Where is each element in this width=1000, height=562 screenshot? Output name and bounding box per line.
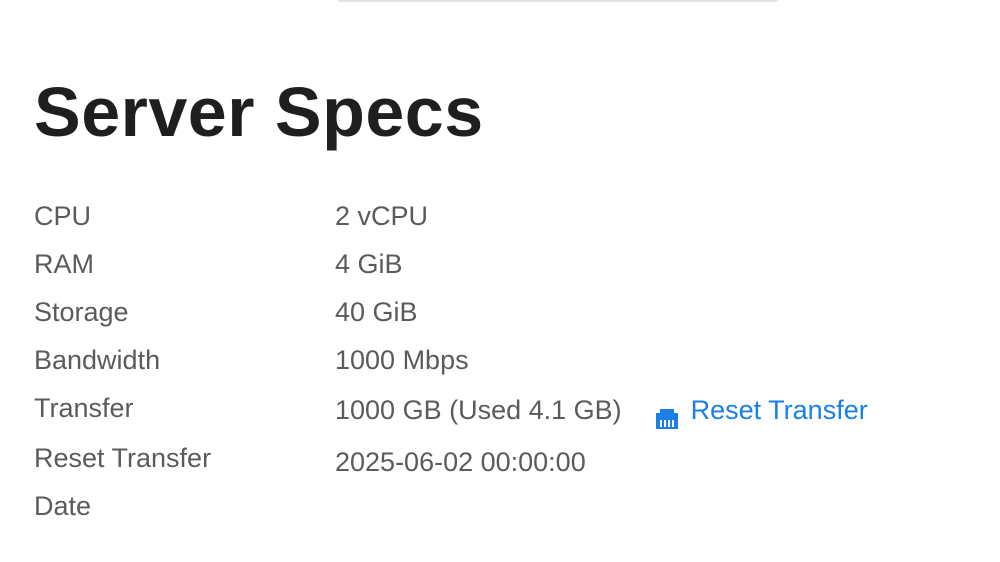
spec-row-ram: RAM 4 GiB xyxy=(34,240,974,288)
reset-transfer-label: Reset Transfer xyxy=(690,395,868,425)
spec-value-reset-date: 2025-06-02 00:00:00 xyxy=(335,434,586,486)
reset-transfer-button[interactable]: Reset Transfer xyxy=(653,386,868,434)
cpu-value: 2 vCPU xyxy=(335,201,429,231)
spec-row-cpu: CPU 2 vCPU xyxy=(34,192,974,240)
spec-row-bandwidth: Bandwidth 1000 Mbps xyxy=(34,336,974,384)
spec-row-storage: Storage 40 GiB xyxy=(34,288,974,336)
transfer-value: 1000 GB (Used 4.1 GB) xyxy=(335,395,622,425)
spec-label-transfer: Transfer xyxy=(34,393,134,423)
bandwidth-value: 1000 Mbps xyxy=(335,345,469,375)
server-specs-page: Server Specs CPU 2 vCPU RAM 4 GiB Storag… xyxy=(0,0,1000,562)
reset-date-label-line2: Date xyxy=(34,491,92,521)
specs-list: CPU 2 vCPU RAM 4 GiB Storage 40 GiB Band… xyxy=(34,192,974,530)
spec-value-bandwidth: 1000 Mbps xyxy=(335,336,469,384)
spec-label-ram: RAM xyxy=(34,249,94,279)
spec-row-transfer: Transfer 1000 GB (Used 4.1 GB) Reset Tra… xyxy=(34,384,974,434)
ethernet-port-icon xyxy=(653,398,681,429)
spec-row-reset-date: Reset Transfer Date 2025-06-02 00:00:00 xyxy=(34,434,974,530)
reset-date-label-line1: Reset Transfer xyxy=(34,443,212,473)
spec-value-transfer: 1000 GB (Used 4.1 GB) Reset Transfer xyxy=(335,384,868,434)
ram-value: 4 GiB xyxy=(335,249,403,279)
top-input-edge[interactable] xyxy=(336,0,780,2)
spec-label-cpu: CPU xyxy=(34,201,92,231)
spec-value-cpu: 2 vCPU xyxy=(335,192,428,240)
spec-value-storage: 40 GiB xyxy=(335,288,418,336)
spec-value-ram: 4 GiB xyxy=(335,240,403,288)
spec-label-storage: Storage xyxy=(34,297,129,327)
spec-label-bandwidth: Bandwidth xyxy=(34,345,161,375)
spec-label-reset-date: Reset Transfer Date xyxy=(34,434,335,530)
page-title: Server Specs xyxy=(34,73,484,151)
storage-value: 40 GiB xyxy=(335,297,418,327)
reset-date-value: 2025-06-02 00:00:00 xyxy=(335,447,586,477)
